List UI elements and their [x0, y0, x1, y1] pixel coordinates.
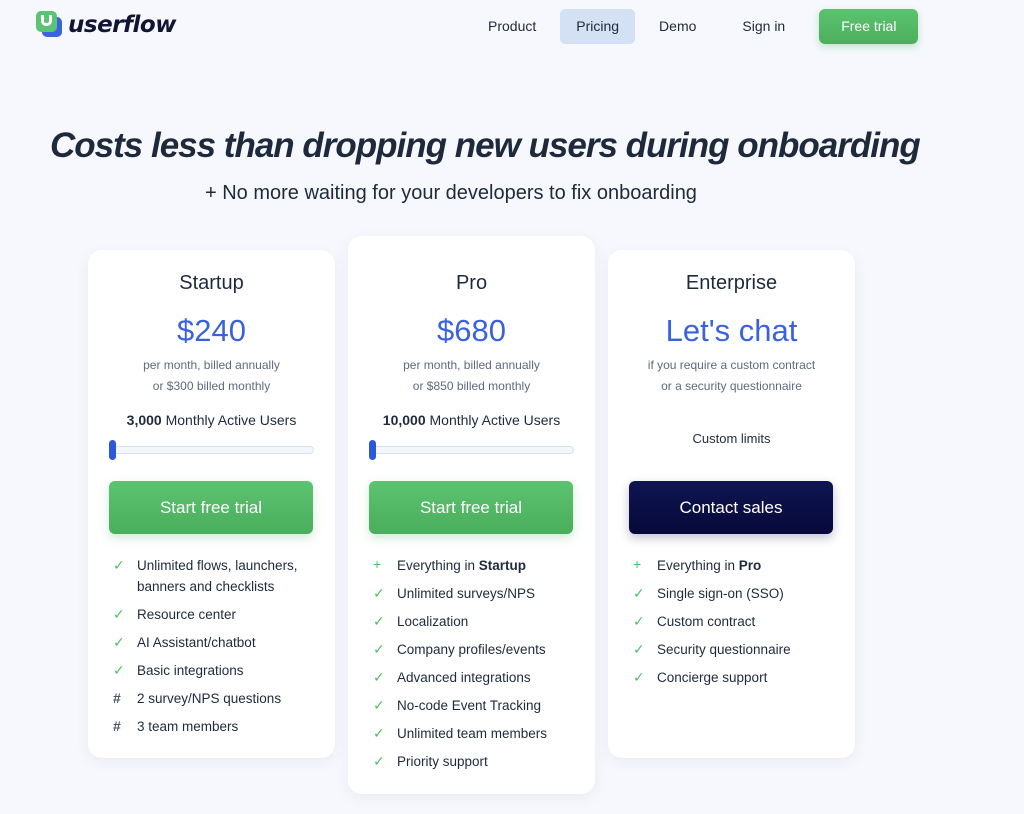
contact-sales-button[interactable]: Contact sales — [629, 481, 833, 534]
feature-item: ✓ Single sign-on (SSO) — [633, 583, 845, 604]
feature-item: ✓ Unlimited team members — [373, 723, 585, 744]
mau-count: 10,000 — [382, 412, 426, 428]
feature-item: ✓ AI Assistant/chatbot — [113, 632, 325, 653]
slider-thumb[interactable] — [109, 440, 116, 460]
plan-note-contract: if you require a custom contract — [647, 358, 816, 372]
feature-item: + Everything in Startup — [373, 555, 585, 576]
nav-link-product[interactable]: Product — [472, 9, 552, 44]
check-icon: ✓ — [633, 613, 645, 629]
mau-slider[interactable] — [369, 440, 574, 460]
check-icon: ✓ — [373, 697, 385, 713]
plan-billing-note-monthly: or $850 billed monthly — [412, 379, 531, 393]
nav-link-sign-in[interactable]: Sign in — [726, 9, 801, 44]
check-icon: ✓ — [113, 634, 125, 650]
feature-item: ✓ Custom contract — [633, 611, 845, 632]
plan-price: Let's chat — [665, 313, 798, 348]
feature-item: ✓ Security questionnaire — [633, 639, 845, 660]
userflow-logo-icon — [36, 11, 64, 39]
plan-name: Enterprise — [685, 272, 778, 294]
plan-billing-note-annual: per month, billed annually — [403, 358, 540, 372]
plan-card-enterprise: Enterprise Let's chat if you require a c… — [608, 250, 855, 758]
check-icon: ✓ — [633, 669, 645, 685]
check-icon: ✓ — [633, 585, 645, 601]
feature-item: ✓ Resource center — [113, 604, 325, 625]
nav-link-demo[interactable]: Demo — [643, 9, 712, 44]
plan-name: Startup — [179, 272, 244, 294]
check-icon: ✓ — [113, 662, 125, 678]
check-icon: ✓ — [373, 669, 385, 685]
plan-price: $240 — [177, 313, 246, 348]
mau-text: Monthly Active Users — [161, 412, 297, 428]
nav-link-pricing[interactable]: Pricing — [560, 9, 636, 44]
feature-item: ✓ Concierge support — [633, 667, 845, 688]
check-icon: ✓ — [373, 725, 385, 741]
check-icon: ✓ — [633, 641, 645, 657]
hash-icon: # — [113, 690, 121, 706]
feature-item: ✓ Company profiles/events — [373, 639, 585, 660]
logo[interactable]: userflow — [36, 11, 176, 39]
nav-links: Product Pricing Demo Sign in Free trial — [472, 9, 919, 44]
free-trial-button[interactable]: Free trial — [819, 9, 919, 44]
mau-label: 3,000 Monthly Active Users — [88, 412, 335, 428]
check-icon: ✓ — [373, 585, 385, 601]
feature-item: #2 survey/NPS questions — [113, 688, 325, 709]
start-free-trial-button[interactable]: Start free trial — [109, 481, 313, 534]
logo-text: userflow — [68, 12, 176, 38]
feature-list: + Everything in Pro ✓ Single sign-on (SSO)… — [633, 555, 845, 695]
plan-note-security: or a security questionnaire — [661, 379, 802, 393]
plan-card-pro: Pro $680 per month, billed annually or $… — [348, 236, 595, 794]
plan-billing-note-annual: per month, billed annually — [143, 358, 280, 372]
custom-limits-label: Custom limits — [692, 431, 771, 446]
feature-item: + Everything in Pro — [633, 555, 845, 576]
feature-item: ✓ Advanced integrations — [373, 667, 585, 688]
check-icon: ✓ — [373, 641, 385, 657]
check-icon: ✓ — [113, 606, 125, 622]
check-icon: ✓ — [113, 557, 125, 573]
hash-icon: # — [113, 718, 121, 734]
slider-thumb[interactable] — [369, 440, 376, 460]
feature-item: ✓ Localization — [373, 611, 585, 632]
plan-price: $680 — [437, 313, 506, 348]
start-free-trial-button[interactable]: Start free trial — [369, 481, 573, 534]
plus-icon: + — [633, 556, 642, 572]
feature-item: ✓ No-code Event Tracking — [373, 695, 585, 716]
check-icon: ✓ — [373, 753, 385, 769]
mau-text: Monthly Active Users — [425, 412, 561, 428]
plan-card-startup: Startup $240 per month, billed annually … — [88, 250, 335, 758]
top-nav: userflow Product Pricing Demo Sign in Fr… — [0, 0, 1024, 54]
mau-slider[interactable] — [109, 440, 314, 460]
mau-label: 10,000 Monthly Active Users — [348, 412, 595, 428]
page-title: Costs less than dropping new users durin… — [50, 126, 921, 165]
page-subtitle: + No more waiting for your developers to… — [205, 182, 697, 204]
plan-billing-note-monthly: or $300 billed monthly — [152, 379, 271, 393]
mau-count: 3,000 — [126, 412, 162, 428]
feature-item: ✓ Unlimited surveys/NPS — [373, 583, 585, 604]
feature-list: + Everything in Startup ✓ Unlimited survey… — [373, 555, 585, 779]
feature-list: ✓ Unlimited flows, launchers, banners and… — [113, 555, 325, 744]
feature-item: ✓ Basic integrations — [113, 660, 325, 681]
feature-item: ✓ Priority support — [373, 751, 585, 772]
feature-item: ✓ Unlimited flows, launchers, banners and… — [113, 555, 325, 597]
plus-icon: + — [373, 556, 382, 572]
feature-item: #3 team members — [113, 716, 325, 737]
plan-name: Pro — [455, 272, 488, 294]
check-icon: ✓ — [373, 613, 385, 629]
